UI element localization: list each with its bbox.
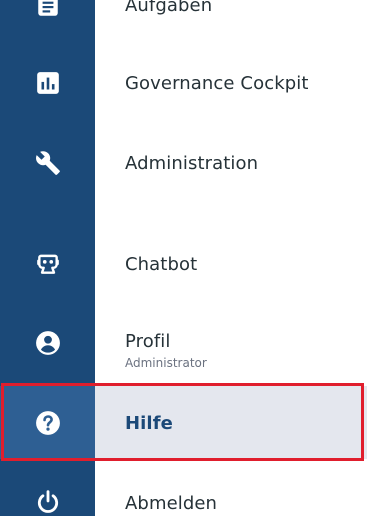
menu-icon-cell (0, 234, 95, 294)
menu-item-administration[interactable]: Administration (0, 133, 367, 193)
bar-chart-icon (36, 72, 59, 94)
menu-item-label: Abmelden (125, 493, 218, 514)
menu-item-label: Hilfe (125, 413, 173, 434)
menu-icon-cell (0, 0, 95, 36)
menu-icon-cell (0, 313, 95, 373)
task-list-icon (37, 0, 58, 16)
menu-icon-cell (0, 472, 95, 532)
menu-icon-cell (0, 53, 95, 113)
menu-icon-cell (0, 133, 95, 193)
menu-item-label: Chatbot (125, 254, 198, 275)
menu-item-governance-cockpit[interactable]: Governance Cockpit (0, 53, 367, 113)
menu-item-chatbot[interactable]: Chatbot (0, 234, 367, 294)
side-menu: Aufgaben Governance Cockpit Administrati… (0, 0, 367, 516)
menu-icon-cell (0, 386, 95, 459)
power-icon (37, 490, 58, 513)
wrench-icon (35, 151, 60, 175)
menu-item-label: Administration (125, 153, 259, 174)
profile-role: Administrator (125, 356, 207, 370)
help-circle-icon (35, 410, 60, 435)
menu-item-label: Governance Cockpit (125, 73, 309, 94)
menu-item-hilfe[interactable]: Hilfe (0, 386, 367, 459)
menu-item-label: Profil (125, 331, 171, 352)
menu-item-label: Aufgaben (125, 0, 213, 16)
menu-item-aufgaben[interactable]: Aufgaben (0, 0, 367, 36)
user-circle-icon (35, 331, 60, 355)
robot-icon (36, 254, 59, 274)
menu-item-abmelden[interactable]: Abmelden (0, 472, 367, 532)
menu-item-profil[interactable]: Profil Administrator (0, 313, 367, 373)
